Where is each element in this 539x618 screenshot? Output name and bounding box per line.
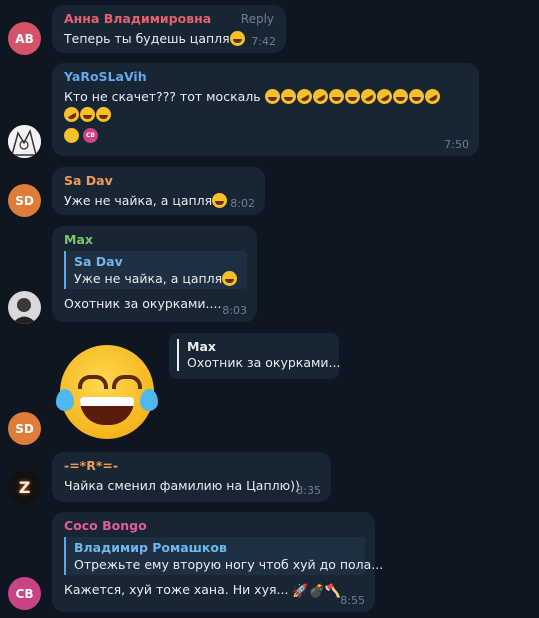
joy-emoji-icon: [222, 271, 238, 286]
quote-author: Sa Dav: [74, 254, 123, 269]
message-text: Уже не чайка, а цапля: [64, 192, 255, 210]
reactions[interactable]: СВ: [64, 128, 469, 143]
rofl-emoji-icon: [293, 86, 315, 107]
quoted-message[interactable]: Sa Dav Уже не чайка, а цапля: [64, 251, 247, 289]
message-bubble[interactable]: -=*R*=- Чайка сменил фамилию на Цаплю)) …: [52, 452, 331, 502]
joy-emoji-icon: [328, 89, 344, 104]
joy-emoji-icon: [80, 107, 95, 122]
avatar[interactable]: [8, 291, 41, 324]
avatar-initials: СВ: [15, 586, 34, 601]
avatar[interactable]: Z: [8, 471, 41, 504]
message-bubble[interactable]: YaRoSLaVih Кто не скачет??? тот москаль …: [52, 63, 479, 156]
message-bubble[interactable]: Sa Dav Уже не чайка, а цапля 8:02: [52, 167, 265, 215]
quote-text: Отрежьте ему вторую ногу чтоб хуй до пол…: [74, 557, 384, 572]
reaction-avatar[interactable]: СВ: [83, 128, 98, 143]
sender-name[interactable]: YaRoSLaVih: [64, 69, 469, 84]
message-bubble[interactable]: Max Sa Dav Уже не чайка, а цапля Охотник…: [52, 226, 257, 322]
avatar[interactable]: AB: [8, 22, 41, 55]
message-text: Кто не скачет??? тот москаль: [64, 86, 469, 107]
quoted-message[interactable]: Владимир Ромашков Отрежьте ему вторую но…: [64, 537, 384, 575]
joy-emoji-icon: [212, 193, 228, 208]
message-text-content: Кто не скачет??? тот москаль: [64, 89, 261, 104]
joy-emoji-icon: [344, 89, 360, 104]
quote-text: Уже не чайка, а цапля: [74, 270, 247, 287]
sender-name[interactable]: Sa Dav: [64, 173, 255, 188]
avatar-initials: SD: [15, 193, 34, 208]
avatar[interactable]: SD: [8, 412, 41, 445]
joy-emoji-icon: [280, 89, 296, 104]
message-text: Кажется, хуй тоже хана. Ни хуя... 🚀💣🪓: [64, 581, 365, 601]
message-time: 8:55: [340, 594, 365, 607]
joy-emoji-icon: [96, 107, 111, 122]
message-bubble[interactable]: Анна Владимировна Reply Теперь ты будешь…: [52, 5, 286, 53]
face-with-tears-of-joy-sticker-icon[interactable]: [56, 345, 158, 439]
message-text: Чайка сменил фамилию на Цаплю)): [64, 478, 300, 493]
grin-reaction-icon[interactable]: [64, 128, 79, 143]
anime-avatar-icon: [8, 125, 41, 158]
reply-author: Max: [187, 339, 216, 354]
joy-emoji-icon: [392, 89, 408, 104]
joy-emoji-icon: [229, 31, 245, 46]
sticker-eye: [112, 375, 142, 389]
tear-drop-icon: [140, 389, 158, 411]
tear-drop-icon: [56, 389, 74, 411]
message-time: 8:35: [296, 484, 321, 497]
message-time: 7:42: [251, 35, 276, 48]
message-time: 8:03: [222, 304, 247, 317]
avatar-initials: AB: [15, 31, 34, 46]
sticker-mouth: [80, 397, 134, 425]
message-text-line2: [61, 104, 469, 125]
joy-emoji-icon: [408, 89, 424, 104]
message-time: 8:02: [230, 197, 255, 210]
z-logo-icon: Z: [18, 478, 31, 497]
sticker-reply-preview[interactable]: Max Охотник за окурками...: [169, 333, 341, 379]
rofl-emoji-icon: [309, 86, 331, 107]
rofl-emoji-icon: [373, 86, 395, 107]
sticker-eye: [78, 375, 108, 389]
message-time: 7:50: [444, 138, 469, 151]
photo-avatar-icon: [8, 291, 41, 324]
sender-name[interactable]: -=*R*=-: [64, 458, 321, 473]
message-text: Теперь ты будешь цапля: [64, 30, 276, 48]
joy-emoji-icon: [264, 89, 280, 104]
quote-author: Владимир Ромашков: [74, 540, 227, 555]
reply-text: Охотник за окурками...: [187, 355, 341, 370]
axe-icon: 🪓: [324, 584, 341, 599]
avatar[interactable]: СВ: [8, 577, 41, 610]
sender-name[interactable]: Max: [64, 232, 247, 247]
message-text-content: Теперь ты будешь цапля: [64, 31, 230, 46]
bomb-icon: 💣: [308, 584, 325, 599]
rofl-emoji-icon: [357, 86, 379, 107]
reply-button[interactable]: Reply: [241, 12, 274, 26]
emoji-group: [264, 86, 443, 107]
message-bubble[interactable]: Coco Bongo Владимир Ромашков Отрежьте ем…: [52, 512, 384, 612]
avatar[interactable]: [8, 125, 41, 158]
message-text: Охотник за окурками....: [64, 296, 222, 311]
sender-name[interactable]: Coco Bongo: [64, 518, 365, 533]
message-text-content: Кажется, хуй тоже хана. Ни хуя...: [64, 582, 289, 597]
avatar-initials: SD: [15, 421, 34, 436]
rofl-emoji-icon: [61, 104, 82, 125]
avatar[interactable]: SD: [8, 184, 41, 217]
message-text-content: Уже не чайка, а цапля: [64, 193, 213, 208]
rofl-emoji-icon: [421, 86, 443, 107]
rocket-icon: 🚀: [292, 584, 309, 599]
quote-text-content: Уже не чайка, а цапля: [74, 271, 223, 286]
